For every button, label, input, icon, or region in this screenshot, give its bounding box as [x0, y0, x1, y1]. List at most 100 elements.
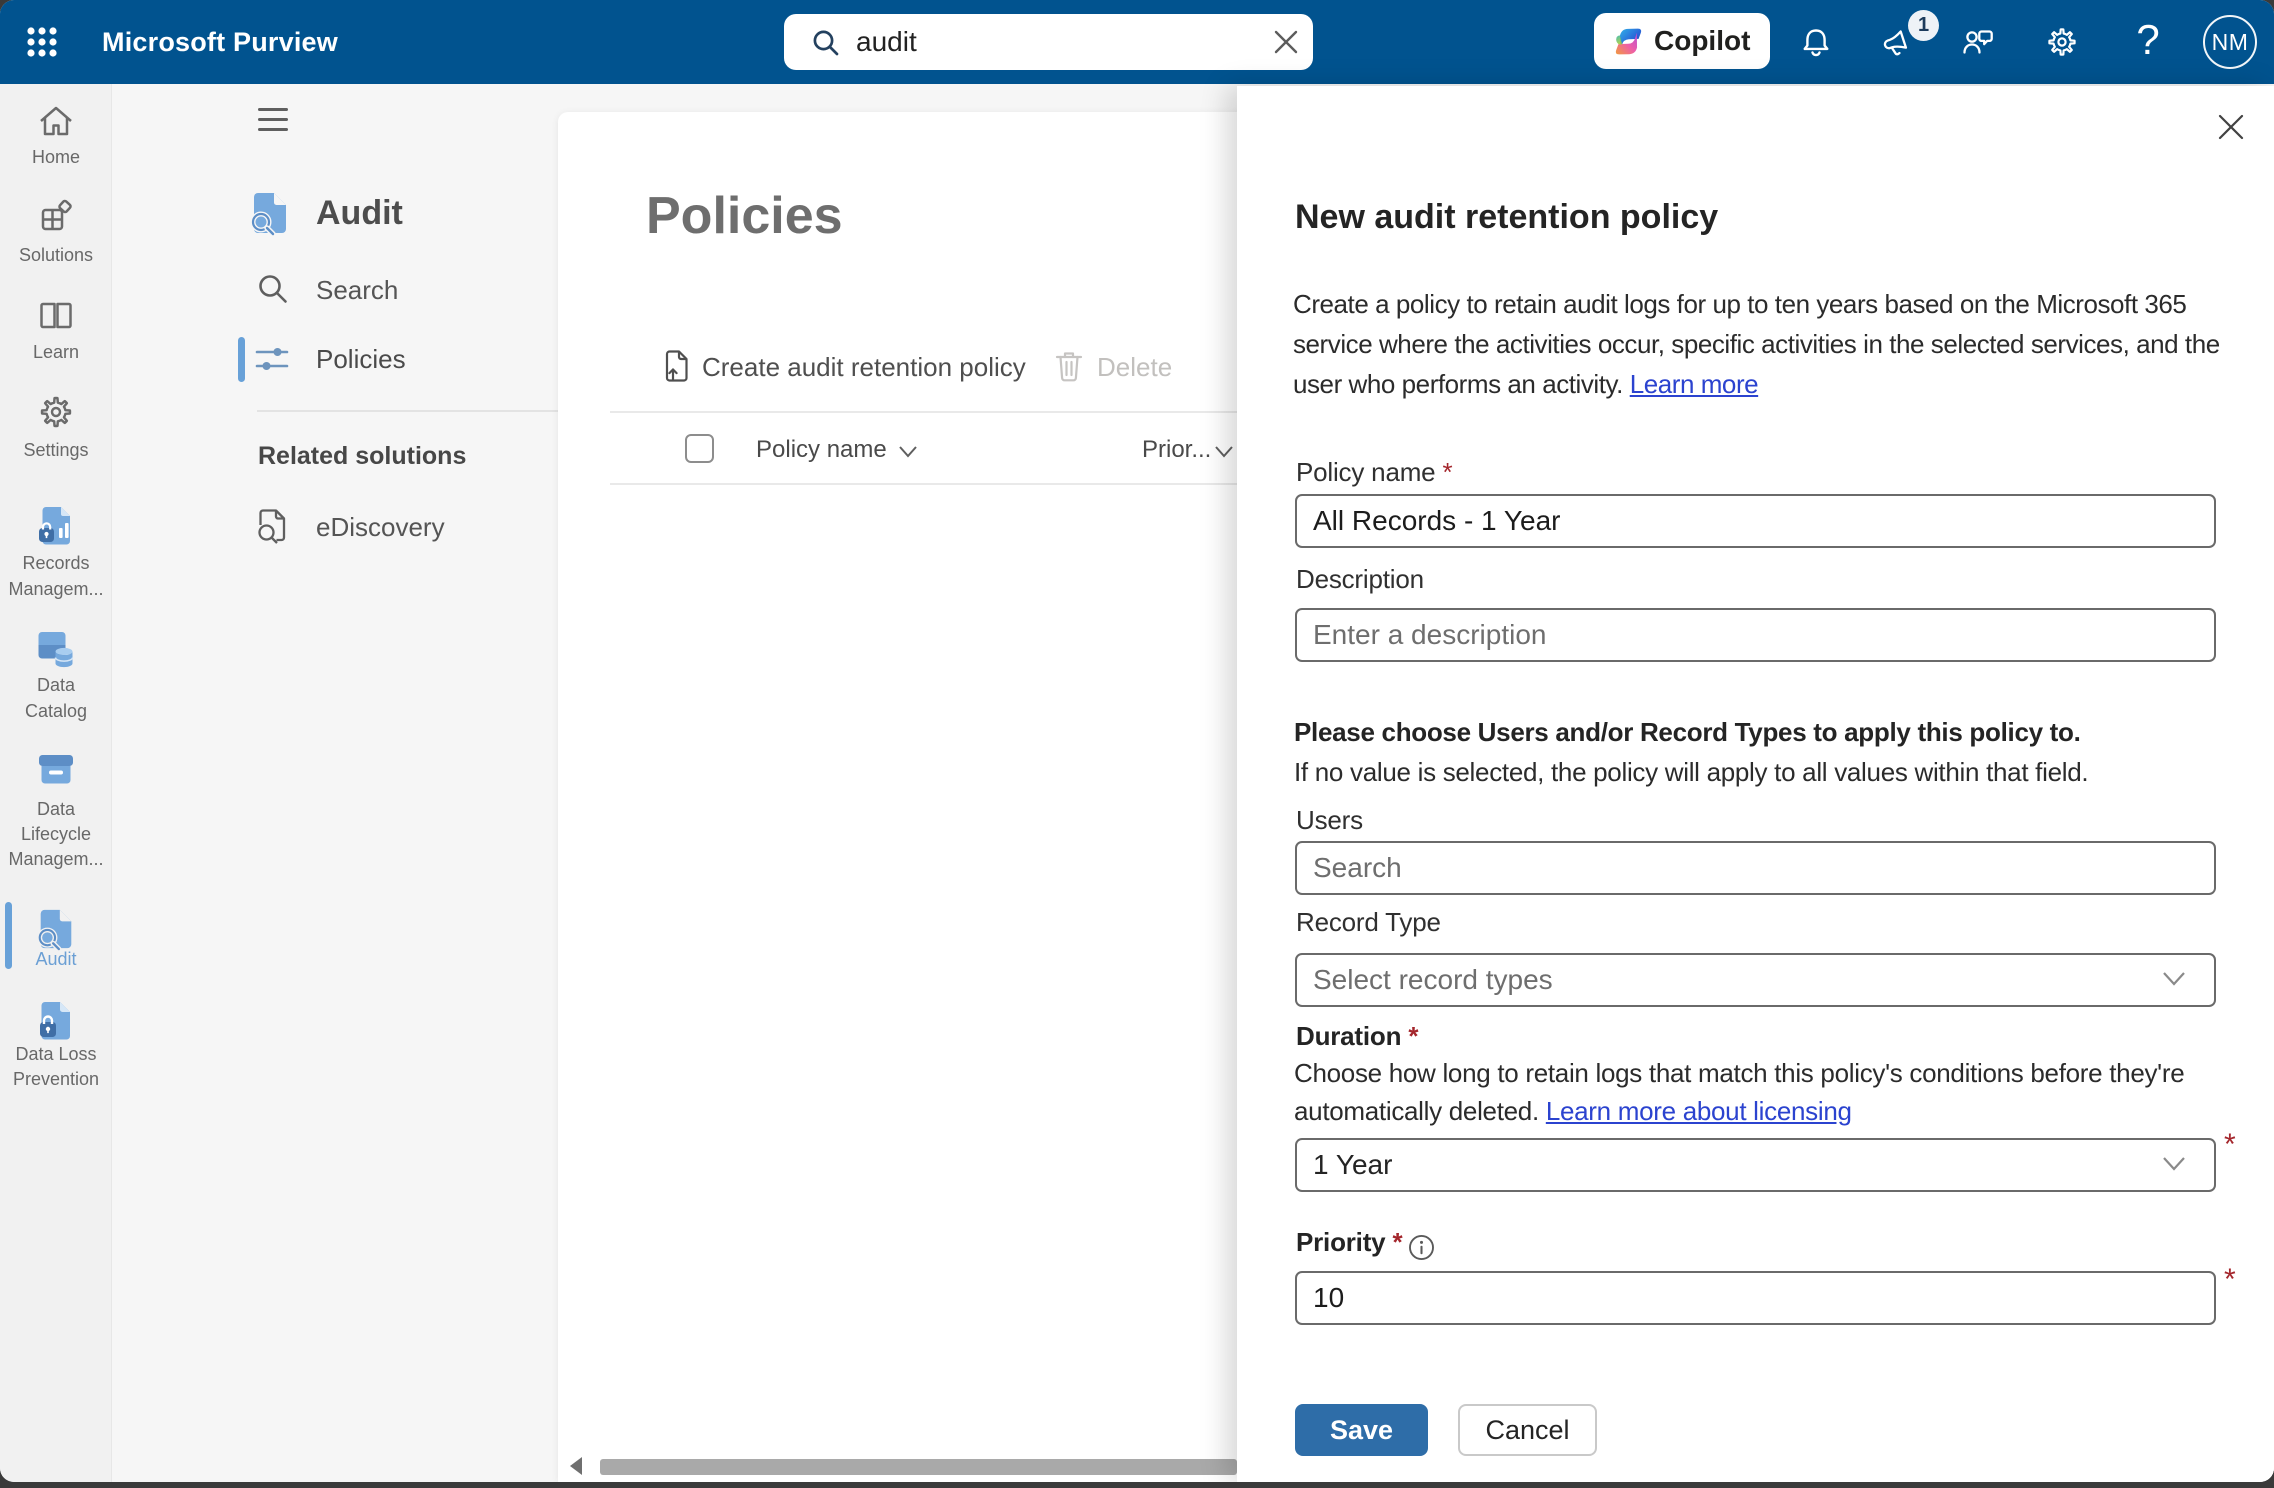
rail-item-solutions[interactable]: [0, 198, 112, 243]
rail-item-settings[interactable]: [0, 392, 112, 437]
data-catalog-icon: [34, 627, 78, 671]
hamburger-icon[interactable]: [258, 108, 288, 132]
app-window: Microsoft Purview: [0, 0, 2274, 1482]
hamburger-bar: [258, 128, 288, 131]
hamburger-bar: [258, 108, 288, 111]
clear-search-icon[interactable]: [1273, 29, 1299, 55]
intro-line-3: user who performs an activity. Learn mor…: [1293, 364, 2220, 404]
rail-label-solutions[interactable]: Solutions: [0, 242, 112, 268]
column-header-policy-name[interactable]: Policy name: [756, 437, 887, 463]
priority-label: Priority *: [1296, 1226, 1402, 1258]
settings-gear-icon[interactable]: [2044, 24, 2080, 60]
rail-label-records[interactable]: Records: [0, 550, 112, 576]
settings-rail-icon: [36, 392, 76, 432]
policy-name-label: Policy name *: [1296, 456, 1452, 488]
left-rail: Home Solutions Learn: [0, 84, 112, 1482]
rail-label-lifecycle-2[interactable]: Lifecycle: [0, 821, 112, 847]
global-search: [784, 14, 1313, 70]
notification-badge: 1: [1908, 10, 1939, 41]
solution-sidebar: Audit Search Policies Related solutions: [112, 84, 558, 1482]
rail-label-audit[interactable]: Audit: [0, 946, 112, 972]
rail-label-records-2[interactable]: Managem...: [0, 576, 112, 602]
rail-label-dlp-1[interactable]: Data Loss: [0, 1041, 112, 1067]
top-bar: Microsoft Purview: [0, 0, 2274, 84]
users-label: Users: [1296, 804, 1363, 836]
rail-item-home[interactable]: [0, 102, 112, 147]
hamburger-bar: [258, 118, 288, 121]
close-panel-icon[interactable]: [2216, 112, 2246, 142]
rail-item-data-catalog[interactable]: [0, 627, 112, 676]
new-file-icon: [659, 348, 693, 384]
description-label: Description: [1296, 563, 1424, 595]
horizontal-scrollbar-thumb[interactable]: [600, 1459, 1237, 1475]
rail-item-data-lifecycle[interactable]: [0, 747, 112, 796]
learn-icon: [36, 295, 76, 335]
audit-rail-icon: [34, 907, 78, 951]
record-type-label: Record Type: [1296, 906, 1441, 938]
duration-label-text: Duration: [1296, 1021, 1401, 1051]
record-type-placeholder: Select record types: [1313, 955, 1553, 1005]
column-header-priority[interactable]: Prior...: [1142, 437, 1211, 463]
duration-select[interactable]: 1 Year: [1295, 1138, 2216, 1192]
rail-label-learn[interactable]: Learn: [0, 339, 112, 365]
data-loss-prevention-icon: [34, 999, 78, 1043]
sort-chevron-icon[interactable]: [897, 444, 919, 460]
learn-more-link[interactable]: Learn more: [1630, 369, 1758, 399]
rail-item-learn[interactable]: [0, 295, 112, 340]
rail-label-lifecycle-3[interactable]: Managem...: [0, 846, 112, 872]
duration-label: Duration *: [1296, 1020, 1418, 1052]
sidebar-item-search[interactable]: Search: [316, 276, 398, 304]
cancel-button[interactable]: Cancel: [1458, 1404, 1597, 1456]
panel-title: New audit retention policy: [1295, 196, 1718, 238]
records-management-icon: [34, 504, 78, 548]
priority-label-text: Priority: [1296, 1227, 1385, 1257]
scroll-left-arrow[interactable]: [570, 1457, 582, 1475]
policies-icon: [254, 341, 290, 377]
rail-label-dlp-2[interactable]: Prevention: [0, 1066, 112, 1092]
rail-label-settings[interactable]: Settings: [0, 437, 112, 463]
priority-chevron-icon[interactable]: [1213, 444, 1235, 460]
duration-required-mark: *: [2224, 1128, 2236, 1162]
page-title: Policies: [646, 188, 843, 244]
rail-label-catalog-2[interactable]: Catalog: [0, 698, 112, 724]
home-icon: [36, 102, 76, 142]
save-button[interactable]: Save: [1295, 1404, 1428, 1456]
copilot-label: Copilot: [1654, 13, 1750, 69]
search-input[interactable]: [856, 14, 1236, 70]
sidebar-section-title[interactable]: Audit: [316, 192, 403, 234]
description-input[interactable]: [1295, 608, 2216, 662]
record-type-chevron-icon: [2160, 969, 2188, 989]
bell-icon[interactable]: [1798, 24, 1834, 60]
rail-item-records-management[interactable]: [0, 504, 112, 553]
intro-line-2: service where the activities occur, spec…: [1293, 324, 2220, 364]
duration-help-line-1: Choose how long to retain logs that matc…: [1294, 1054, 2184, 1092]
record-type-select[interactable]: Select record types: [1295, 953, 2216, 1007]
search-icon: [812, 29, 839, 56]
panel-intro-text: Create a policy to retain audit logs for…: [1293, 284, 2220, 404]
priority-input[interactable]: [1295, 1271, 2216, 1325]
priority-required-asterisk: *: [1392, 1227, 1402, 1257]
waffle-icon[interactable]: [26, 26, 58, 58]
copilot-button[interactable]: Copilot: [1594, 13, 1770, 69]
duration-help-line-2-text: automatically deleted.: [1294, 1096, 1546, 1126]
sidebar-search-icon: [256, 272, 290, 306]
info-icon[interactable]: [1408, 1234, 1435, 1261]
policy-name-input[interactable]: [1295, 494, 2216, 548]
licensing-link[interactable]: Learn more about licensing: [1546, 1096, 1852, 1126]
rail-label-catalog-1[interactable]: Data: [0, 672, 112, 698]
feedback-icon[interactable]: [1960, 24, 1996, 60]
duration-required-asterisk: *: [1408, 1021, 1418, 1051]
rail-label-lifecycle-1[interactable]: Data: [0, 796, 112, 822]
sidebar-item-policies[interactable]: Policies: [316, 345, 406, 373]
users-search-input[interactable]: [1295, 841, 2216, 895]
solutions-icon: [36, 198, 76, 238]
avatar[interactable]: NM: [2203, 15, 2257, 69]
help-icon[interactable]: ?: [2128, 0, 2168, 84]
rail-label-home[interactable]: Home: [0, 144, 112, 170]
ediscovery-icon: [254, 506, 294, 546]
sidebar-item-ediscovery[interactable]: eDiscovery: [316, 513, 445, 541]
app-title: Microsoft Purview: [102, 0, 338, 84]
duration-help-line-2: automatically deleted. Learn more about …: [1294, 1092, 1852, 1130]
select-all-checkbox[interactable]: [685, 434, 714, 463]
policy-name-label-text: Policy name: [1296, 457, 1435, 487]
